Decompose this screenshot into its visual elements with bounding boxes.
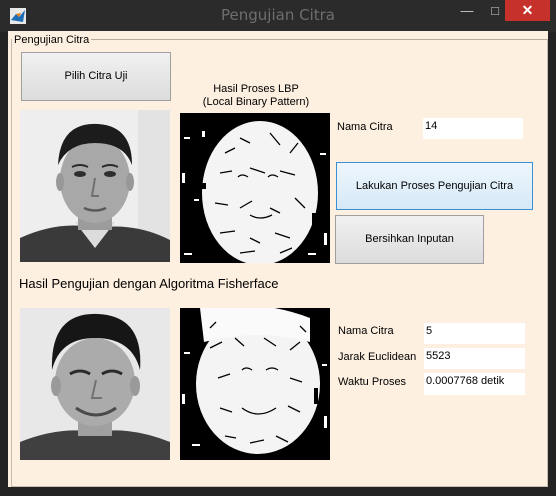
lbp-caption: Hasil Proses LBP (Local Binary Pattern)	[181, 83, 331, 109]
result-time-field[interactable]: 0.0007768 detik	[424, 373, 525, 395]
clear-button[interactable]: Bersihkan Inputan	[335, 215, 484, 264]
result-time-label: Waktu Proses	[338, 376, 407, 388]
result-heading: Hasil Pengujian dengan Algoritma Fisherf…	[19, 276, 279, 291]
pick-image-label: Pilih Citra Uji	[64, 70, 128, 82]
clear-button-label: Bersihkan Inputan	[365, 233, 454, 245]
app-window: Pengujian Citra — □ ✕ Pengujian Citra Pi…	[0, 0, 556, 496]
process-button-label: Lakukan Proses Pengujian Citra	[355, 180, 514, 192]
result-name-field[interactable]: 5	[424, 323, 525, 344]
result-lbp-image	[180, 308, 330, 460]
process-button[interactable]: Lakukan Proses Pengujian Citra	[336, 162, 533, 210]
result-name-label: Nama Citra	[338, 325, 394, 337]
close-icon[interactable]: ✕	[505, 0, 550, 21]
result-distance-label: Jarak Euclidean	[338, 351, 417, 363]
title-bar: Pengujian Citra — □ ✕	[0, 0, 556, 32]
client-area: Pengujian Citra Pilih Citra Uji Hasil Pr…	[8, 31, 548, 487]
pick-image-button[interactable]: Pilih Citra Uji	[21, 52, 171, 101]
result-distance-field[interactable]: 5523	[424, 348, 525, 369]
lbp-result-image	[180, 113, 330, 263]
input-name-label: Nama Citra	[337, 121, 393, 133]
result-face-image	[20, 308, 170, 460]
lbp-caption-line2: (Local Binary Pattern)	[202, 96, 310, 108]
test-face-image	[20, 110, 170, 262]
lbp-caption-line1: Hasil Proses LBP	[213, 83, 299, 95]
panel-title: Pengujian Citra	[12, 34, 92, 46]
minimize-icon[interactable]: —	[452, 0, 482, 22]
input-name-field[interactable]: 14	[423, 118, 523, 139]
